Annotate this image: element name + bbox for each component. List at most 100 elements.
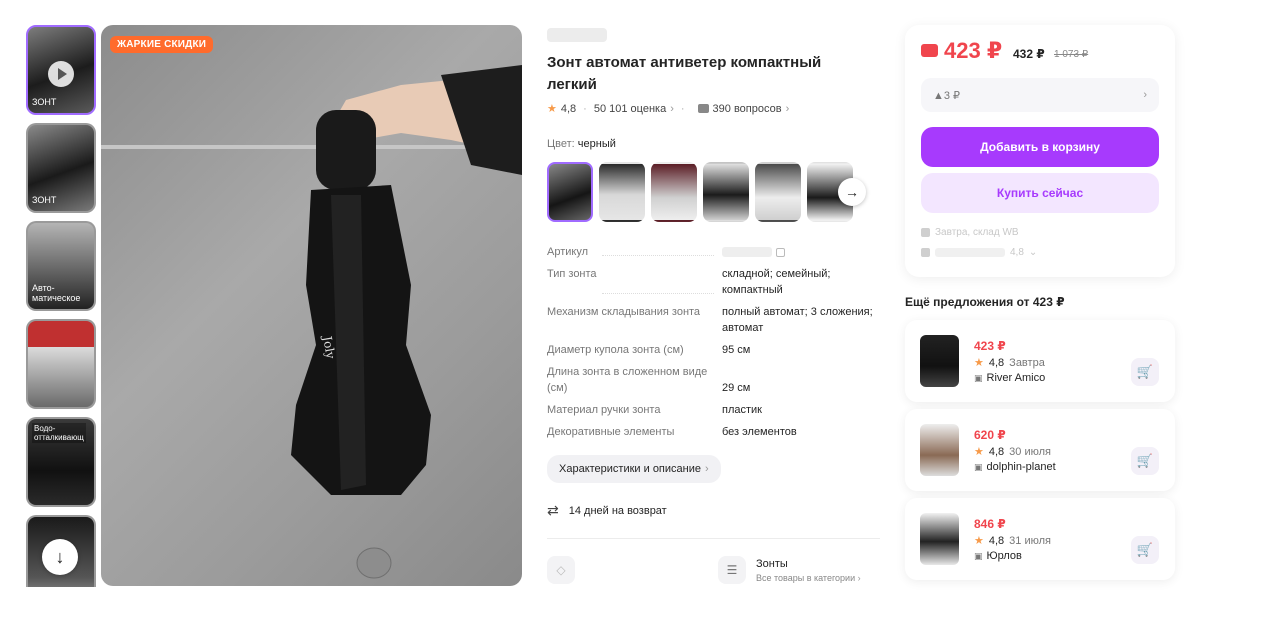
- spec-value: полный автомат; 3 сложения; автомат: [722, 306, 873, 334]
- rating-row: ★ 4,8 · 50 101 оценка › · 390 вопросов ›: [547, 102, 790, 116]
- warehouse-icon: [921, 228, 930, 237]
- star-icon: ★: [974, 446, 984, 458]
- offer-image: [920, 335, 959, 387]
- questions-icon: [697, 104, 709, 113]
- category-link[interactable]: Все товары в категории ›: [756, 573, 861, 583]
- offer-meta: ★ 4,8 30 июля: [974, 445, 1051, 459]
- add-to-cart-button[interactable]: Добавить в корзину: [921, 127, 1159, 167]
- spec-value: пластик: [722, 404, 762, 416]
- thumbnail-video[interactable]: ЗОНТ: [26, 25, 96, 115]
- shop-icon: ▣: [974, 372, 983, 383]
- price-old: 1 073 ₽: [1054, 49, 1089, 60]
- offer-card[interactable]: 846 ₽ ★ 4,8 31 июля ▣ Юрлов 🛒: [905, 498, 1175, 580]
- spec-key: Артикул: [547, 246, 589, 258]
- price-main: 423 ₽: [944, 38, 1003, 63]
- thumbnail-image[interactable]: Авто- матическое: [26, 221, 96, 311]
- spec-row: Механизм складывания зонта полный автома…: [547, 304, 882, 336]
- spec-row: Тип зонта складной; семейный; компактный: [547, 266, 882, 298]
- specs-table: Артикул Тип зонта складной; семейный; ко…: [547, 244, 882, 446]
- spec-row: Диаметр купола зонта (см) 95 см: [547, 342, 882, 358]
- thumbnail-image[interactable]: ЗОНТ: [26, 123, 96, 213]
- spec-key: Длина зонта в сложенном виде (см): [547, 366, 708, 394]
- product-title: Зонт автомат антиветер компактный легкий: [547, 54, 822, 93]
- delivery-info: Завтра, склад WB: [921, 227, 1019, 238]
- questions-link[interactable]: 390 вопросов: [713, 103, 782, 115]
- category-title[interactable]: Зонты: [756, 558, 788, 570]
- chevron-right-icon: ›: [785, 102, 790, 115]
- star-icon: ★: [974, 357, 984, 369]
- product-page: ЗОНТ ЗОНТ Авто- матическое Водо- отталки…: [0, 0, 1280, 637]
- copy-icon[interactable]: [776, 247, 785, 257]
- thumbnail-image[interactable]: [26, 319, 96, 409]
- offer-price: 423 ₽: [974, 339, 1006, 353]
- price-alt: 432 ₽: [1013, 47, 1045, 61]
- cart-icon[interactable]: 🛒: [1131, 447, 1159, 475]
- spec-row: Декоративные элементы без элементов: [547, 424, 882, 440]
- thumbnail-label: Водо- отталкивающ: [32, 423, 86, 443]
- color-swatch[interactable]: [651, 162, 697, 222]
- spec-value: 29 см: [722, 382, 751, 394]
- price-card: 423 ₽ 432 ₽ 1 073 ₽ ▲3 ₽ › Добавить в ко…: [905, 25, 1175, 277]
- offer-image: [920, 424, 959, 476]
- reviews-link[interactable]: 50 101 оценка: [594, 103, 666, 115]
- play-icon: [48, 61, 74, 87]
- offer-price: 620 ₽: [974, 428, 1006, 442]
- article-number-hidden: [722, 247, 772, 258]
- price-history-row[interactable]: ▲3 ₽ ›: [921, 78, 1159, 112]
- color-swatch[interactable]: [703, 162, 749, 222]
- cart-icon[interactable]: 🛒: [1131, 358, 1159, 386]
- more-offers-title: Ещё предложения от 423 ₽: [905, 295, 1065, 309]
- return-policy: ⇄ 14 дней на возврат: [547, 502, 667, 519]
- arrow-right-icon[interactable]: →: [838, 178, 866, 206]
- spec-value: складной; семейный; компактный: [722, 268, 831, 296]
- color-label: Цвет: черный: [547, 138, 616, 150]
- offer-card[interactable]: 423 ₽ ★ 4,8 Завтра ▣ River Amico 🛒: [905, 320, 1175, 402]
- seller-name-hidden: [935, 248, 1005, 257]
- offer-seller: ▣ River Amico: [974, 372, 1046, 384]
- offer-meta: ★ 4,8 31 июля: [974, 534, 1051, 548]
- rating-value: 4,8: [560, 102, 577, 115]
- star-icon: ★: [547, 103, 557, 115]
- color-swatch[interactable]: [599, 162, 645, 222]
- spec-value: без элементов: [722, 426, 797, 438]
- buy-now-button[interactable]: Купить сейчас: [921, 173, 1159, 213]
- shop-icon: ▣: [974, 550, 983, 561]
- thumbnail-label: ЗОНТ: [32, 97, 57, 107]
- chevron-right-icon: ›: [670, 102, 674, 115]
- chevron-right-icon: ›: [705, 463, 709, 475]
- thumbnail-label: Авто- матическое: [32, 283, 81, 303]
- chevron-right-icon: ›: [1143, 89, 1147, 101]
- brand-placeholder: [547, 28, 607, 42]
- thumbnail-label: ЗОНТ: [32, 195, 57, 205]
- color-value: черный: [577, 138, 616, 150]
- chevron-right-icon: ›: [857, 573, 861, 583]
- tag-icon[interactable]: ◇: [547, 556, 575, 584]
- layers-icon[interactable]: ☰: [718, 556, 746, 584]
- thumbnail-image[interactable]: Водо- отталкивающ: [26, 417, 96, 507]
- spec-key: Декоративные элементы: [547, 426, 675, 438]
- offer-card[interactable]: 620 ₽ ★ 4,8 30 июля ▣ dolphin-planet 🛒: [905, 409, 1175, 491]
- main-product-image[interactable]: Joly ЖАРКИЕ СКИДКИ: [101, 25, 522, 586]
- chevron-down-icon: ⌄: [1028, 247, 1038, 258]
- spec-value: 95 см: [722, 344, 751, 356]
- arrow-down-icon[interactable]: ↓: [42, 539, 78, 575]
- umbrella-illustration: Joly: [291, 65, 522, 579]
- seller-info[interactable]: 4,8 ⌄: [921, 247, 1037, 258]
- spec-key: Диаметр купола зонта (см): [547, 344, 684, 356]
- color-swatch[interactable]: [547, 162, 593, 222]
- spec-key: Тип зонта: [547, 268, 597, 280]
- color-swatch[interactable]: [755, 162, 801, 222]
- spec-key: Материал ручки зонта: [547, 404, 661, 416]
- thumbnail-strip: ЗОНТ ЗОНТ Авто- матическое Водо- отталки…: [26, 25, 96, 587]
- offer-seller: ▣ Юрлов: [974, 550, 1022, 562]
- cart-icon[interactable]: 🛒: [1131, 536, 1159, 564]
- color-swatches: [547, 162, 853, 222]
- offer-price: 846 ₽: [974, 517, 1006, 531]
- seller-rating: 4,8: [1010, 247, 1024, 258]
- price-delta: ▲3 ₽: [933, 89, 961, 102]
- divider: [547, 538, 880, 539]
- wallet-icon: [921, 44, 938, 57]
- shop-icon: ▣: [974, 461, 983, 472]
- characteristics-button[interactable]: Характеристики и описание ›: [547, 455, 721, 483]
- spec-row: Длина зонта в сложенном виде (см) 29 см: [547, 364, 882, 396]
